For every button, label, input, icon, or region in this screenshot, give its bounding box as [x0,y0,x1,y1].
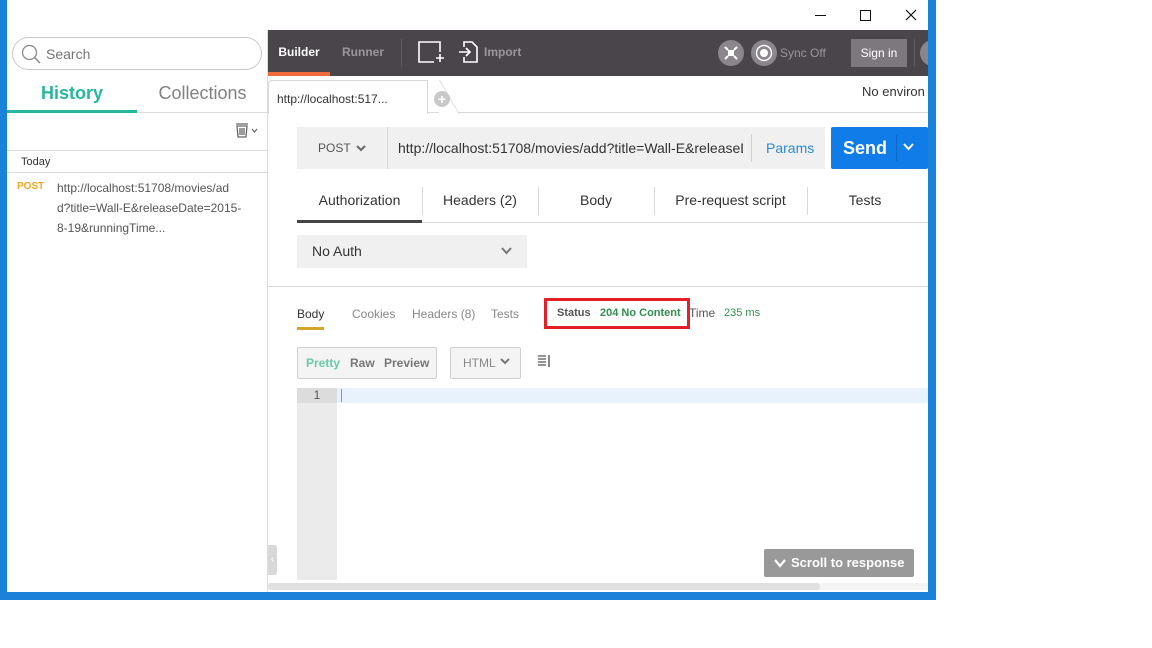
auth-type-value: No Auth [312,243,362,259]
section-divider [268,286,928,287]
top-toolbar: Builder Runner Import Sync Off Sign in [268,30,928,76]
sign-in-button[interactable]: Sign in [851,39,907,67]
line-number: 1 [297,388,337,403]
tab-body[interactable]: Body [538,185,654,223]
chevron-down-icon [500,358,510,365]
scrollbar-thumb[interactable] [268,583,820,590]
time-label: Time [689,306,716,320]
environment-selector[interactable]: No environ [862,84,925,99]
view-preview-button[interactable]: Preview [384,348,429,378]
tab-response-body[interactable]: Body [297,302,325,330]
history-group-label: Today [7,152,268,173]
scroll-to-response-button[interactable]: Scroll to response [764,549,914,577]
tab-runner[interactable]: Runner [330,30,396,76]
sync-icon [751,40,777,66]
sidebar-tabs: History Collections [7,78,268,113]
import-label: Import [484,45,522,59]
search-box[interactable] [12,37,262,70]
maximize-icon [860,9,871,21]
sync-label: Sync Off [780,46,826,60]
history-item[interactable]: POST http://localhost:51708/movies/add?t… [7,176,268,266]
url-input[interactable] [398,127,743,169]
sidebar-toolbar [7,114,268,151]
maximize-button[interactable] [843,0,888,30]
format-select[interactable]: HTML [450,347,521,379]
close-button[interactable] [888,0,933,30]
import-button[interactable]: Import [458,40,521,64]
chevron-down-icon [355,144,366,151]
toolbar-divider [401,39,402,67]
tab-history[interactable]: History [7,78,137,113]
minimize-button[interactable] [798,0,843,30]
text-cursor [341,389,342,402]
history-item-url: http://localhost:51708/movies/add?title=… [57,181,242,235]
view-raw-button[interactable]: Raw [350,348,375,378]
tab-builder[interactable]: Builder [268,30,330,76]
url-divider [751,134,752,162]
method-selector[interactable]: POST [297,127,388,169]
tab-headers[interactable]: Headers (2) [422,185,538,223]
tab-tests[interactable]: Tests [807,185,923,223]
url-bar: POST Params [297,127,825,169]
wrap-lines-button[interactable] [537,354,551,373]
close-icon [905,9,916,21]
send-button[interactable]: Send [831,127,928,169]
tab-response-tests[interactable]: Tests [491,302,519,330]
params-button[interactable]: Params [766,127,814,169]
request-tab[interactable]: http://localhost:517... [268,80,428,114]
new-window-icon [418,41,444,63]
status-value: 204 No Content [600,307,681,319]
new-window-button[interactable] [417,40,445,69]
interceptor-button[interactable] [718,40,744,66]
main-panel: Builder Runner Import Sync Off Sign in h… [268,30,928,592]
tab-authorization[interactable]: Authorization [297,185,422,223]
import-icon [459,41,478,63]
clear-history-button[interactable] [235,122,258,138]
app-window: History Collections Today POST http://lo… [0,0,936,600]
time-value: 235 ms [724,307,761,319]
tab-collections[interactable]: Collections [137,78,268,113]
scroll-to-response-label: Scroll to response [791,555,905,570]
status-label: Status [557,307,591,319]
auth-type-select[interactable]: No Auth [297,235,527,268]
view-pretty-button[interactable]: Pretty [306,348,340,378]
sidebar: History Collections Today POST http://lo… [7,30,268,592]
request-sub-tabs: Authorization Headers (2) Body Pre-reque… [297,185,928,223]
add-tab-button[interactable]: + [434,91,450,107]
method-label: POST [318,141,351,155]
request-tabs-bar: http://localhost:517... + No environ [268,76,928,114]
window-content: History Collections Today POST http://lo… [7,0,928,592]
chevron-down-icon [774,558,786,568]
sync-status-button[interactable]: Sync Off [751,40,826,66]
search-icon [21,44,41,64]
tab-response-cookies[interactable]: Cookies [352,302,395,330]
format-value: HTML [463,356,496,370]
minimize-icon [815,14,826,16]
collapse-sidebar-handle[interactable]: ‹ [268,545,277,575]
active-line [337,388,928,403]
chevron-down-icon [501,247,512,255]
title-bar [7,0,928,30]
send-divider [896,135,897,161]
chevron-down-icon [251,128,258,133]
interceptor-icon [724,46,738,60]
tab-response-headers[interactable]: Headers (8) [412,302,475,330]
wrap-lines-icon [538,355,550,367]
line-gutter [297,388,337,580]
horizontal-scrollbar[interactable] [268,583,928,590]
search-input[interactable] [46,45,246,62]
tab-pre-request-script[interactable]: Pre-request script [654,185,807,223]
toolbar-divider [914,39,915,67]
trash-icon [236,123,248,138]
send-label: Send [843,138,888,158]
chevron-down-icon[interactable] [903,143,914,151]
user-icon[interactable] [920,40,928,66]
view-mode-group: Pretty Raw Preview [297,347,437,379]
history-item-method: POST [17,181,45,192]
